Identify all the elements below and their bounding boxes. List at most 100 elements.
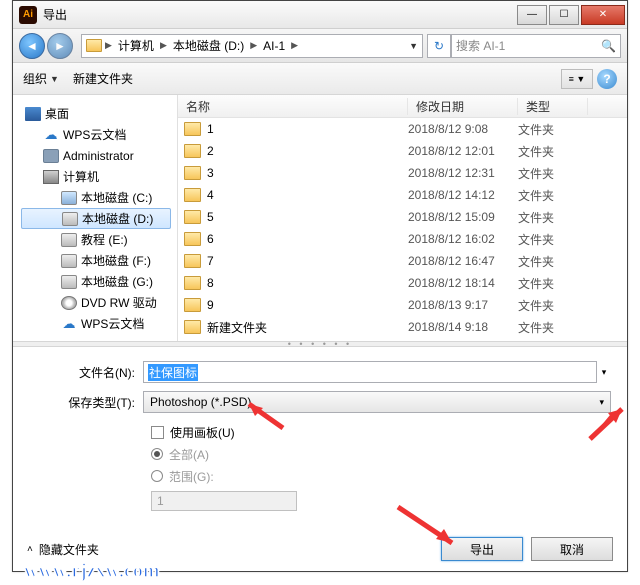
user-icon (43, 149, 59, 163)
breadcrumb[interactable]: ▶ 计算机▶ 本地磁盘 (D:)▶ AI-1▶ ▼ (81, 34, 423, 58)
table-row[interactable]: 新建文件夹 2018/8/14 9:18文件夹 (178, 316, 627, 338)
search-placeholder: 搜索 AI-1 (456, 37, 505, 54)
range-input: 1 (151, 491, 297, 511)
sidebar-item-drive[interactable]: 教程 (E:) (21, 229, 177, 250)
window-title: 导出 (43, 6, 67, 23)
forward-button[interactable]: ► (47, 33, 73, 59)
file-date: 2018/8/12 9:08 (408, 122, 518, 136)
titlebar: Ai 导出 — ☐ ✕ (13, 1, 627, 29)
refresh-button[interactable]: ↻ (427, 34, 451, 58)
table-row[interactable]: 22018/8/12 12:01文件夹 (178, 140, 627, 162)
search-icon: 🔍 (601, 39, 616, 53)
pc-icon (43, 170, 59, 184)
file-name: 2 (207, 144, 214, 158)
folder-icon (184, 210, 201, 224)
help-button[interactable]: ? (597, 69, 617, 89)
drive-icon (61, 191, 77, 205)
folder-icon (184, 320, 201, 334)
column-name[interactable]: 名称 (178, 98, 408, 115)
file-name: 1 (207, 122, 214, 136)
folder-icon (184, 232, 201, 246)
breadcrumb-seg[interactable]: 本地磁盘 (D:) (170, 37, 247, 54)
table-row[interactable]: 32018/8/12 12:31文件夹 (178, 162, 627, 184)
organize-menu[interactable]: 组织▼ (23, 70, 59, 87)
file-list[interactable]: 12018/8/12 9:08文件夹22018/8/12 12:01文件夹320… (178, 118, 627, 339)
file-name: 5 (207, 210, 214, 224)
radio-icon (151, 470, 163, 482)
hide-folders-toggle[interactable]: ˄ 隐藏文件夹 (27, 541, 99, 558)
table-row[interactable]: 52018/8/12 15:09文件夹 (178, 206, 627, 228)
file-type: 文件夹 (518, 253, 588, 270)
sidebar-item-drive[interactable]: 本地磁盘 (C:) (21, 187, 177, 208)
nav-bar: ◄ ► ▶ 计算机▶ 本地磁盘 (D:)▶ AI-1▶ ▼ ↻ 搜索 AI-1 … (13, 29, 627, 63)
table-row[interactable]: 92018/8/13 9:17文件夹 (178, 294, 627, 316)
file-type: 文件夹 (518, 121, 588, 138)
file-date: 2018/8/12 18:14 (408, 276, 518, 290)
sidebar-item-drive[interactable]: ☁WPS云文档 (21, 313, 177, 334)
file-name: 4 (207, 188, 214, 202)
filetype-label: 保存类型(T): (29, 394, 143, 411)
sidebar-item-wps[interactable]: ☁WPS云文档 (21, 124, 177, 145)
column-type[interactable]: 类型 (518, 98, 588, 115)
file-header: 名称 修改日期 类型 (178, 95, 627, 118)
file-date: 2018/8/14 9:18 (408, 320, 518, 334)
table-row[interactable]: 4 2018/8/12 14:12文件夹 (178, 184, 627, 206)
folder-icon (184, 298, 201, 312)
maximize-button[interactable]: ☐ (549, 5, 579, 25)
disc-icon (61, 296, 77, 310)
chevron-up-icon: ˄ (27, 544, 33, 555)
drive-icon (62, 212, 78, 226)
filename-input[interactable]: 社保图标 (143, 361, 597, 383)
new-folder-button[interactable]: 新建文件夹 (73, 70, 133, 87)
file-name: 7 (207, 254, 214, 268)
chevron-down-icon: ▾ (599, 397, 604, 408)
file-date: 2018/8/13 9:17 (408, 298, 518, 312)
file-date: 2018/8/12 12:31 (408, 166, 518, 180)
file-name: 3 (207, 166, 214, 180)
sidebar-item-drive[interactable]: 本地磁盘 (D:) (21, 208, 171, 229)
sidebar-item-drive[interactable]: 本地磁盘 (G:) (21, 271, 177, 292)
back-button[interactable]: ◄ (19, 33, 45, 59)
sidebar-item-desktop[interactable]: 桌面 (21, 103, 177, 124)
minimize-button[interactable]: — (517, 5, 547, 25)
cancel-button[interactable]: 取消 (531, 537, 613, 561)
radio-range: 范围(G): (151, 465, 611, 487)
desktop-icon (25, 107, 41, 121)
folder-icon (184, 144, 201, 158)
close-button[interactable]: ✕ (581, 5, 625, 25)
folder-icon (184, 276, 201, 290)
sidebar-item-admin[interactable]: Administrator (21, 145, 177, 166)
table-row[interactable]: 8 2018/8/12 18:14文件夹 (178, 272, 627, 294)
breadcrumb-seg[interactable]: AI-1 (260, 39, 288, 53)
table-row[interactable]: 62018/8/12 16:02文件夹 (178, 228, 627, 250)
use-artboards-checkbox[interactable]: 使用画板(U) (151, 421, 611, 443)
file-date: 2018/8/12 16:02 (408, 232, 518, 246)
file-type: 文件夹 (518, 275, 588, 292)
checkbox-icon (151, 426, 164, 439)
file-date: 2018/8/12 14:12 (408, 188, 518, 202)
sidebar-item-computer[interactable]: 计算机 (21, 166, 177, 187)
drive-icon (61, 254, 77, 268)
file-name: 新建文件夹 (207, 319, 267, 336)
sidebar: 桌面 ☁WPS云文档 Administrator 计算机 本地磁盘 (C:)本地… (13, 95, 178, 341)
file-type: 文件夹 (518, 319, 588, 336)
chevron-down-icon[interactable]: ▾ (597, 367, 611, 378)
folder-icon (86, 39, 102, 52)
file-type: 文件夹 (518, 231, 588, 248)
column-date[interactable]: 修改日期 (408, 98, 518, 115)
breadcrumb-seg[interactable]: 计算机 (115, 37, 157, 54)
filetype-select[interactable]: Photoshop (*.PSD)▾ (143, 391, 611, 413)
sidebar-item-drive[interactable]: 本地磁盘 (F:) (21, 250, 177, 271)
folder-icon (184, 254, 201, 268)
search-input[interactable]: 搜索 AI-1 🔍 (451, 34, 621, 58)
sidebar-item-drive[interactable]: DVD RW 驱动 (21, 292, 177, 313)
table-row[interactable]: 1 2018/8/12 9:08文件夹 (178, 118, 627, 140)
drive-icon (61, 233, 77, 247)
export-button[interactable]: 导出 (441, 537, 523, 561)
table-row[interactable]: 72018/8/12 16:47文件夹 (178, 250, 627, 272)
view-menu[interactable]: ≡ ▼ (561, 69, 593, 89)
file-name: 8 (207, 276, 214, 290)
file-type: 文件夹 (518, 187, 588, 204)
drive-icon (61, 275, 77, 289)
watermark: www.rjzxw.com (24, 560, 160, 583)
